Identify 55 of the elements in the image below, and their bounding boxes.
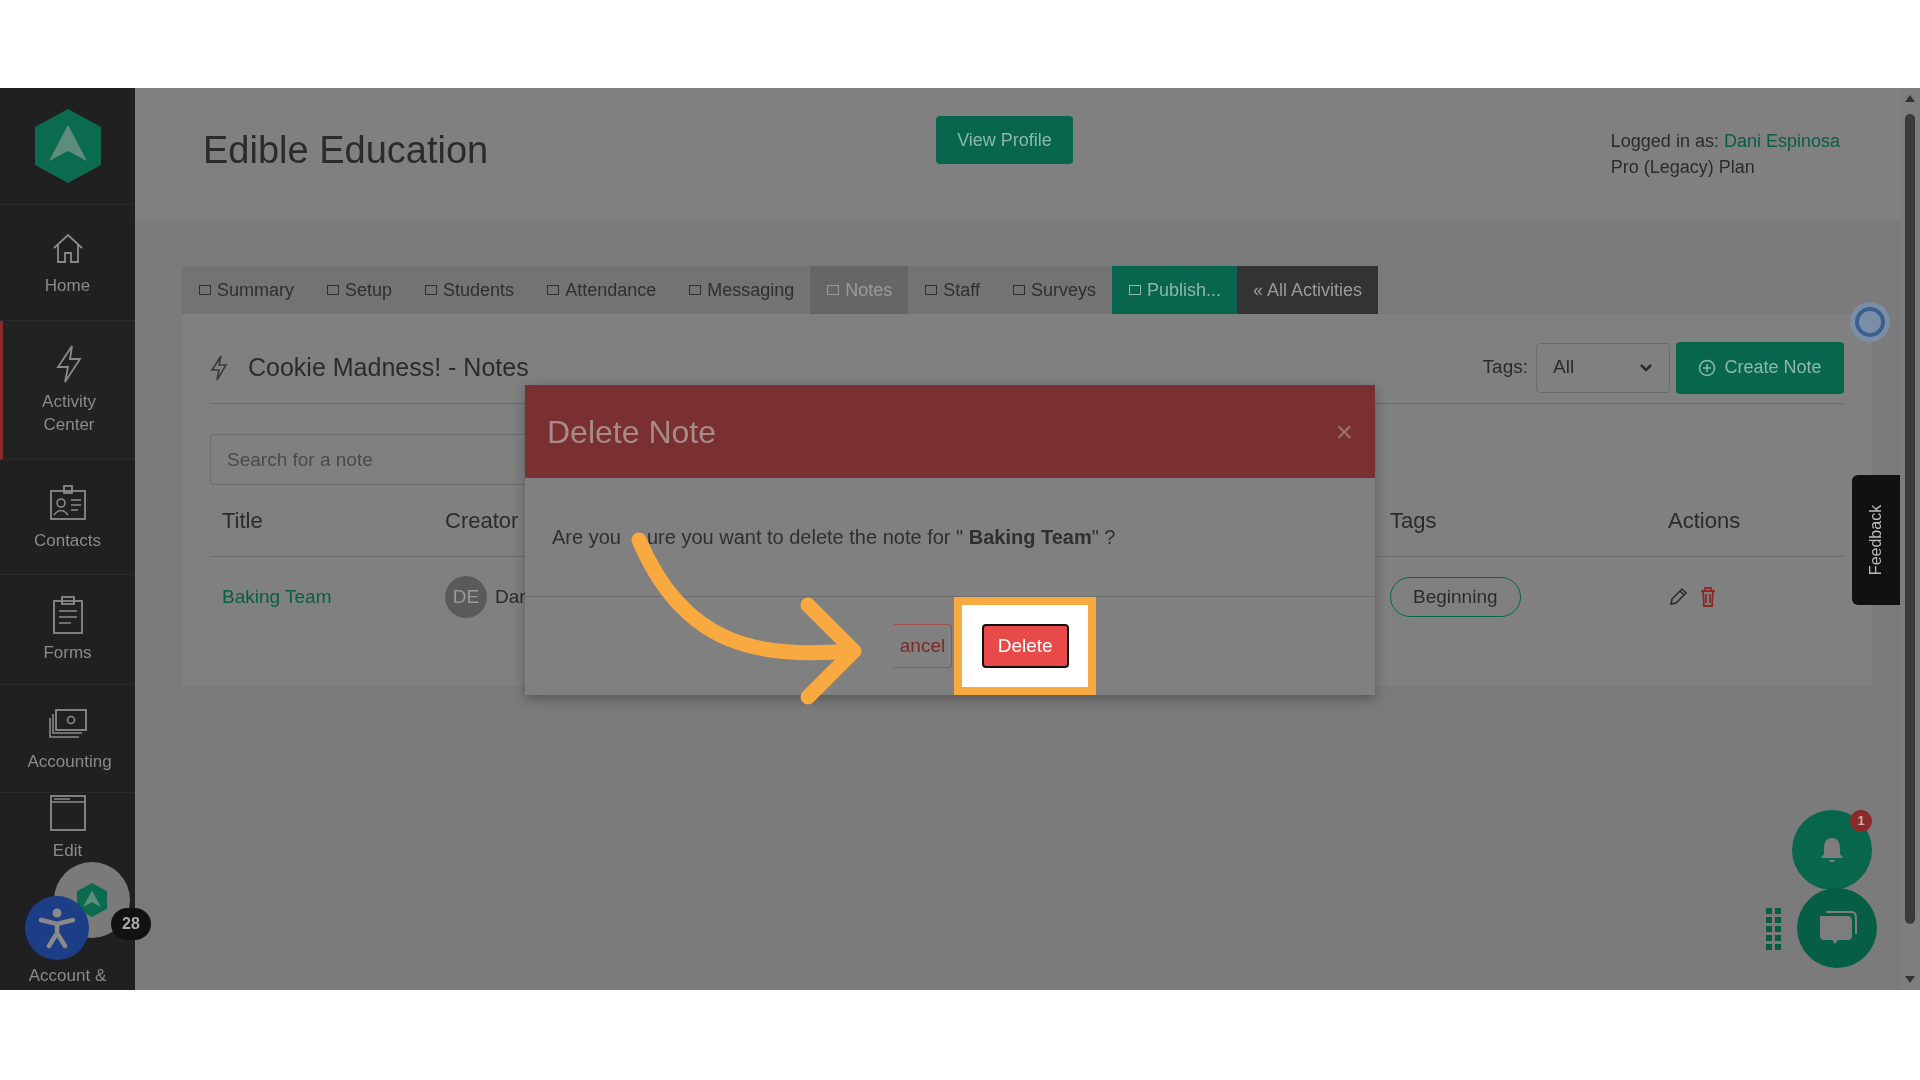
- logo-icon[interactable]: [32, 107, 103, 185]
- tab[interactable]: « All Activities: [1237, 266, 1379, 314]
- view-profile-button[interactable]: View Profile: [936, 116, 1073, 164]
- logo-icon: [76, 882, 108, 918]
- tab-icon: [924, 283, 939, 297]
- edit-icon[interactable]: [1668, 587, 1688, 607]
- accessibility-icon: [38, 907, 76, 949]
- note-title-link[interactable]: Baking Team: [222, 582, 332, 612]
- page-title: Edible Education: [203, 128, 490, 173]
- sidebar-item[interactable]: Accounting: [0, 685, 135, 793]
- delete-button[interactable]: Delete: [981, 624, 1069, 668]
- dialog-message: Are you: [552, 525, 621, 551]
- tags-select[interactable]: All: [1536, 342, 1670, 393]
- column-header: Creator: [445, 507, 519, 535]
- notification-badge: 1: [1850, 810, 1872, 832]
- chevron-down-icon: [1639, 362, 1653, 373]
- count-badge: 28: [111, 908, 151, 940]
- bolt-icon: [210, 354, 228, 381]
- avatar: DE: [445, 576, 487, 618]
- dialog-message: ure you want to delete the note for " Baking Team" ?: [646, 525, 1116, 551]
- tab[interactable]: Publish...: [1112, 266, 1238, 314]
- notification-button[interactable]: [1792, 810, 1872, 890]
- feedback-label: Feedback: [1866, 504, 1885, 576]
- grid-dots-icon[interactable]: [1766, 908, 1782, 952]
- column-header: Title: [222, 507, 263, 535]
- bell-icon: [1819, 836, 1845, 864]
- notes-heading: Cookie Madness! - Notes: [248, 351, 529, 383]
- plus-circle-icon: [1698, 358, 1717, 377]
- sidebar-item[interactable]: Activity Center: [0, 321, 135, 460]
- create-note-button[interactable]: Create Note: [1676, 341, 1844, 394]
- close-button[interactable]: ×: [1335, 416, 1353, 447]
- tab-icon: [688, 283, 703, 297]
- tab-icon: [1012, 283, 1026, 297]
- window-icon: [47, 793, 88, 833]
- cancel-button[interactable]: ancel: [893, 624, 953, 668]
- tab-icon: [1128, 283, 1142, 297]
- id-card-icon: [47, 482, 88, 523]
- sidebar-item[interactable]: Edit: [0, 793, 135, 862]
- logged-in-label: Logged in as:: [1610, 131, 1719, 151]
- plan-label: Pro (Legacy) Plan: [1610, 156, 1756, 179]
- column-header: Actions: [1668, 507, 1741, 535]
- sidebar-item[interactable]: Account &: [0, 960, 135, 987]
- tab-icon: [546, 283, 561, 297]
- tab-icon: [424, 283, 439, 297]
- tab-icon: [826, 283, 841, 297]
- tab-icon: [198, 283, 212, 297]
- sidebar-item[interactable]: Contacts: [0, 460, 135, 575]
- sidebar-item[interactable]: Forms: [0, 575, 135, 685]
- tab-icon: [326, 283, 340, 297]
- column-header: Tags: [1390, 507, 1437, 535]
- trash-icon[interactable]: [1700, 587, 1716, 607]
- feedback-tab[interactable]: Feedback: [1852, 475, 1900, 605]
- tags-label: Tags:: [1482, 355, 1528, 380]
- user-link[interactable]: Dani Espinosa: [1723, 131, 1840, 151]
- creator-name: Dar: [495, 584, 526, 609]
